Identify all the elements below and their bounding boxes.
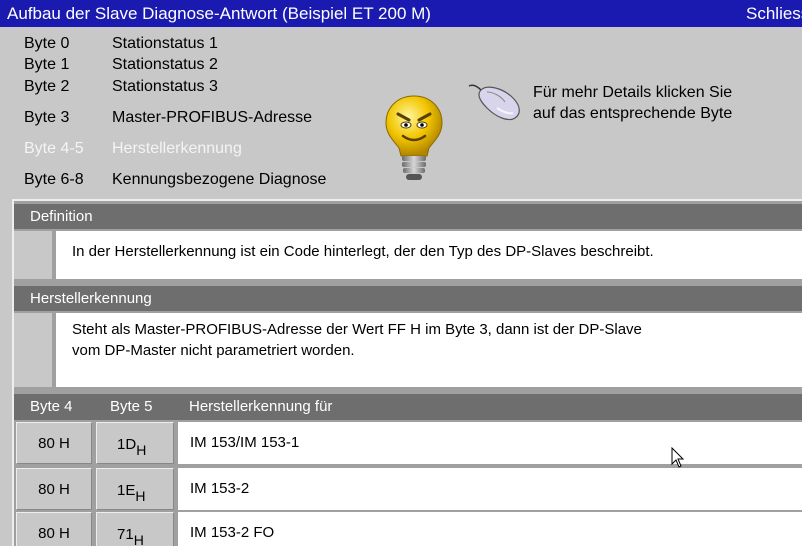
byte-label: Stationstatus 3	[112, 78, 218, 95]
definition-gutter	[14, 231, 52, 279]
definition-header-label: Definition	[30, 208, 93, 225]
byte-number: Byte 6-8	[24, 171, 84, 188]
cell-device: IM 153-2 FO	[178, 512, 802, 546]
byte-number: Byte 0	[24, 35, 70, 52]
detail-panel: Definition In der Herstellerkennung ist …	[12, 199, 802, 546]
byte-number: Byte 4-5	[24, 140, 84, 157]
close-button[interactable]: Schliessen	[746, 0, 802, 27]
definition-header: Definition	[14, 204, 802, 229]
byte-number: Byte 3	[24, 109, 70, 126]
column-header-device: Herstellerkennung für	[189, 398, 333, 415]
herstellerkennung-line-2: vom DP-Master nicht parametriert worden.	[72, 342, 355, 359]
byte-number: Byte 2	[24, 78, 70, 95]
cell-byte5: 1DH	[96, 422, 174, 464]
cell-byte5-value: 1E	[117, 482, 136, 499]
herstellerkennung-line-1: Steht als Master-PROFIBUS-Adresse der We…	[72, 321, 642, 338]
mouse-pointer-icon	[671, 447, 685, 468]
cell-byte5-suffix: H	[135, 488, 146, 504]
herstellerkennung-text-box: Steht als Master-PROFIBUS-Adresse der We…	[56, 313, 802, 387]
cell-byte5-value: 71	[117, 526, 134, 543]
cell-device: IM 153-2	[178, 468, 802, 510]
cell-byte5: 1EH	[96, 468, 174, 510]
herstellerkennung-gutter	[14, 313, 52, 387]
cell-byte5-suffix: H	[136, 442, 147, 458]
column-header-byte4: Byte 4	[30, 398, 73, 415]
herstellerkennung-header: Herstellerkennung	[14, 286, 802, 311]
cell-byte4: 80 H	[16, 468, 92, 510]
hint-line-1: Für mehr Details klicken Sie	[533, 84, 733, 101]
window-title: Aufbau der Slave Diagnose-Antwort (Beisp…	[7, 4, 431, 23]
cell-byte5-suffix: H	[133, 532, 144, 546]
definition-text-box: In der Herstellerkennung ist ein Code hi…	[56, 231, 802, 279]
column-header-byte5: Byte 5	[110, 398, 153, 415]
byte-label: Stationstatus 2	[112, 56, 218, 73]
definition-text: In der Herstellerkennung ist ein Code hi…	[72, 243, 654, 260]
byte-number: Byte 1	[24, 56, 70, 73]
byte-label: Master-PROFIBUS-Adresse	[112, 109, 313, 126]
lightbulb-icon	[385, 95, 443, 180]
byte-label: Kennungsbezogene Diagnose	[112, 171, 327, 188]
title-bar: Aufbau der Slave Diagnose-Antwort (Beisp…	[0, 0, 802, 27]
herstellerkennung-header-label: Herstellerkennung	[30, 290, 152, 307]
byte-label: Herstellerkennung	[112, 140, 242, 157]
cell-byte5: 71H	[96, 512, 174, 546]
cell-byte4: 80 H	[16, 422, 92, 464]
table-header: Byte 4 Byte 5 Herstellerkennung für	[14, 394, 802, 420]
hint-line-2: auf das entsprechende Byte	[533, 105, 733, 122]
cell-byte4: 80 H	[16, 512, 92, 546]
hint-text: Für mehr Details klicken Sie auf das ent…	[533, 82, 732, 124]
byte-label: Stationstatus 1	[112, 35, 218, 52]
mouse-icon	[468, 84, 520, 121]
cell-byte5-value: 1D	[117, 436, 137, 453]
cell-device: IM 153/IM 153-1	[178, 422, 802, 464]
